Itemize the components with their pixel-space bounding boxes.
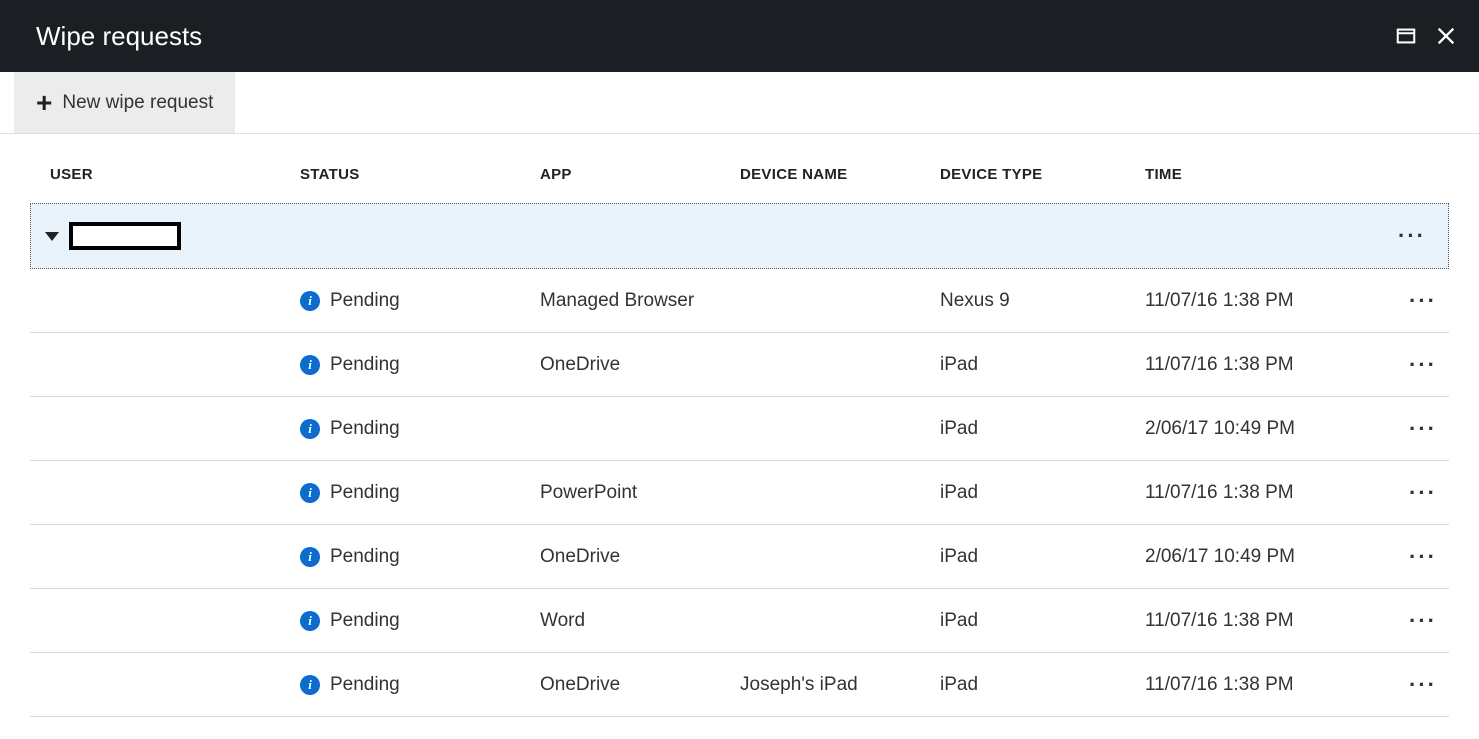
- table-row[interactable]: i Pending iPad2/06/17 10:49 PM ···: [30, 397, 1449, 461]
- cell-status: i Pending: [300, 482, 540, 504]
- cell-device-type: iPad: [940, 674, 1145, 696]
- cell-status: i Pending: [300, 674, 540, 696]
- info-icon: i: [300, 291, 320, 311]
- col-header-user[interactable]: USER: [30, 166, 300, 183]
- col-header-device-name[interactable]: DEVICE NAME: [740, 166, 940, 183]
- command-bar: + New wipe request: [0, 72, 1479, 134]
- new-wipe-request-label: New wipe request: [62, 92, 213, 114]
- cell-device-type: iPad: [940, 482, 1145, 504]
- status-text: Pending: [330, 546, 400, 568]
- cell-time: 11/07/16 1:38 PM: [1145, 674, 1365, 696]
- cell-device-type: iPad: [940, 546, 1145, 568]
- row-context-menu[interactable]: ···: [1409, 288, 1437, 314]
- cell-app: Managed Browser: [540, 290, 740, 312]
- cell-status: i Pending: [300, 610, 540, 632]
- cell-app: OneDrive: [540, 546, 740, 568]
- cell-time: 11/07/16 1:38 PM: [1145, 482, 1365, 504]
- close-icon[interactable]: [1435, 25, 1457, 47]
- cell-status: i Pending: [300, 546, 540, 568]
- cell-time: 2/06/17 10:49 PM: [1145, 418, 1365, 440]
- plus-icon: +: [36, 89, 52, 117]
- info-icon: i: [300, 483, 320, 503]
- cell-app: OneDrive: [540, 674, 740, 696]
- cell-status: i Pending: [300, 418, 540, 440]
- cell-app: PowerPoint: [540, 482, 740, 504]
- cell-status: i Pending: [300, 290, 540, 312]
- cell-time: 2/06/17 10:49 PM: [1145, 546, 1365, 568]
- cell-app: Word: [540, 610, 740, 632]
- header-controls: [1395, 25, 1457, 47]
- row-context-menu[interactable]: ···: [1409, 544, 1437, 570]
- user-name-redacted: [69, 222, 181, 250]
- status-text: Pending: [330, 354, 400, 376]
- user-group-row[interactable]: ···: [30, 203, 1449, 269]
- row-context-menu[interactable]: ···: [1398, 223, 1426, 249]
- cell-device-type: iPad: [940, 418, 1145, 440]
- info-icon: i: [300, 419, 320, 439]
- row-context-menu[interactable]: ···: [1409, 416, 1437, 442]
- info-icon: i: [300, 355, 320, 375]
- info-icon: i: [300, 547, 320, 567]
- col-header-time[interactable]: TIME: [1145, 166, 1365, 183]
- cell-time: 11/07/16 1:38 PM: [1145, 610, 1365, 632]
- info-icon: i: [300, 675, 320, 695]
- col-header-app[interactable]: APP: [540, 166, 740, 183]
- blade-header: Wipe requests: [0, 0, 1479, 72]
- new-wipe-request-button[interactable]: + New wipe request: [14, 72, 235, 133]
- cell-time: 11/07/16 1:38 PM: [1145, 354, 1365, 376]
- cell-device-type: Nexus 9: [940, 290, 1145, 312]
- restore-icon[interactable]: [1395, 25, 1417, 47]
- page-title: Wipe requests: [36, 21, 202, 52]
- table-row[interactable]: i Pending Managed Browser Nexus 911/07/16 1…: [30, 269, 1449, 333]
- status-text: Pending: [330, 418, 400, 440]
- status-text: Pending: [330, 482, 400, 504]
- col-header-status[interactable]: STATUS: [300, 166, 540, 183]
- status-text: Pending: [330, 290, 400, 312]
- col-header-device-type[interactable]: DEVICE TYPE: [940, 166, 1145, 183]
- table-container: USER STATUS APP DEVICE NAME DEVICE TYPE …: [0, 134, 1479, 717]
- table-row[interactable]: i Pending OneDrive iPad11/07/16 1:38 PM ···: [30, 333, 1449, 397]
- chevron-down-icon[interactable]: [45, 232, 59, 241]
- cell-time: 11/07/16 1:38 PM: [1145, 290, 1365, 312]
- row-context-menu[interactable]: ···: [1409, 672, 1437, 698]
- row-context-menu[interactable]: ···: [1409, 352, 1437, 378]
- table-row[interactable]: i Pending Word iPad11/07/16 1:38 PM ···: [30, 589, 1449, 653]
- table-row[interactable]: i Pending OneDrive iPad2/06/17 10:49 PM ···: [30, 525, 1449, 589]
- status-text: Pending: [330, 674, 400, 696]
- status-text: Pending: [330, 610, 400, 632]
- table-header: USER STATUS APP DEVICE NAME DEVICE TYPE …: [30, 134, 1449, 203]
- cell-status: i Pending: [300, 354, 540, 376]
- cell-device-type: iPad: [940, 354, 1145, 376]
- row-context-menu[interactable]: ···: [1409, 480, 1437, 506]
- cell-app: OneDrive: [540, 354, 740, 376]
- cell-device-type: iPad: [940, 610, 1145, 632]
- table-row[interactable]: i Pending OneDriveJoseph's iPadiPad11/07/1…: [30, 653, 1449, 717]
- row-context-menu[interactable]: ···: [1409, 608, 1437, 634]
- info-icon: i: [300, 611, 320, 631]
- cell-device-name: Joseph's iPad: [740, 674, 940, 696]
- table-row[interactable]: i Pending PowerPoint iPad11/07/16 1:38 PM ··…: [30, 461, 1449, 525]
